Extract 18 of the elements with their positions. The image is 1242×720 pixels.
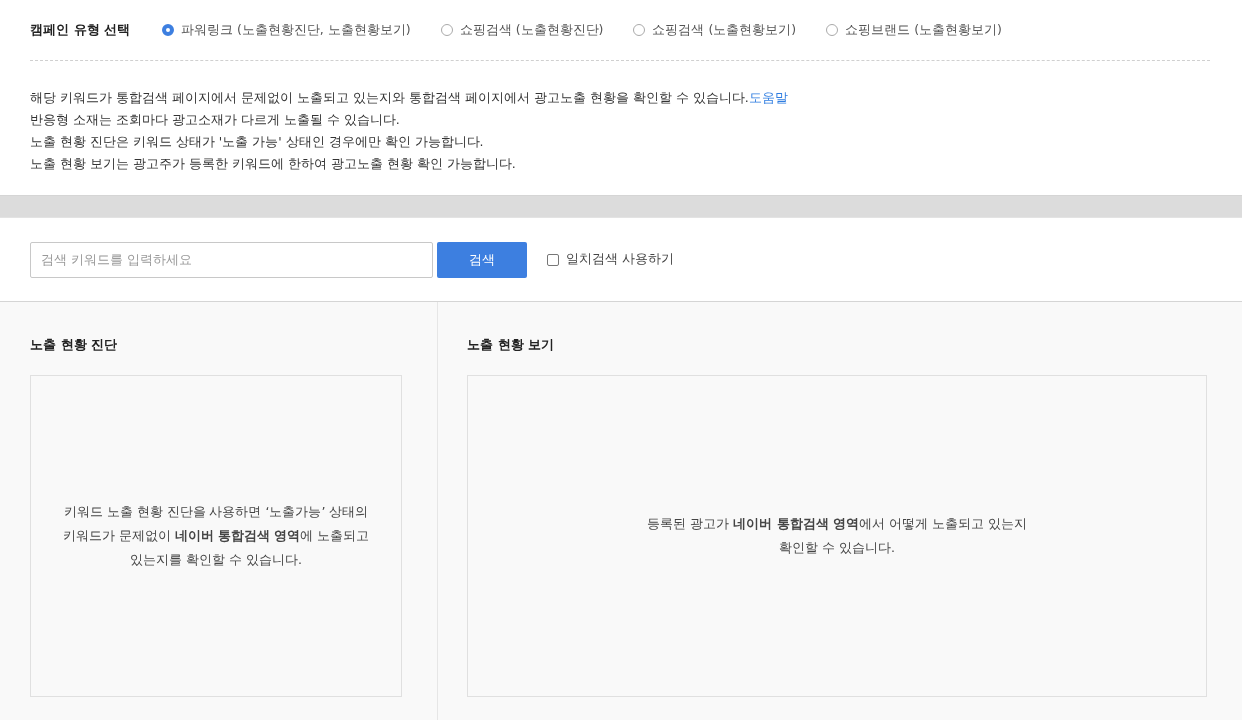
radio-icon[interactable] <box>826 24 839 36</box>
search-button[interactable]: 검색 <box>437 241 527 278</box>
panel-title: 노출 현황 진단 <box>30 336 119 354</box>
notice-text: 해당 키워드가 통합검색 페이지에서 문제없이 노출되고 있는지와 통합검색 페이지에서 광고노출 현황을 확인할 수 있습니다.도움말 <box>30 89 789 107</box>
checkbox[interactable] <box>547 253 559 266</box>
help-link[interactable]: 도움말 <box>748 90 788 105</box>
notice-text: 반응형 소재는 조회마다 광고소재가 다르게 노출될 수 있습니다. <box>30 111 401 129</box>
radio-icon[interactable] <box>440 24 453 36</box>
exact-match-label: 일치검색 사용하기 <box>566 251 674 268</box>
panel-title: 노출 현황 보기 <box>467 336 556 354</box>
campaign-type-label: 캠페인 유형 선택 <box>30 21 132 39</box>
radio-icon[interactable] <box>162 24 174 36</box>
radio-icon[interactable] <box>633 24 646 36</box>
notice-text: 노출 현황 진단은 키워드 상태가 '노출 가능' 상태인 경우에만 확인 가능합니다. <box>30 133 485 151</box>
notice-text: 노출 현황 보기는 광고주가 등록한 키워드에 한하여 광고노출 현황 확인 가능합니다. <box>30 155 517 173</box>
empty-message: 등록된 광고가 네이버 통합검색 영역에서 어떻게 노출되고 있는지 확인할 수 있습니다. <box>647 515 1027 557</box>
search-field[interactable]: 검색 키워드를 입력하세요 <box>30 241 433 278</box>
empty-message: 키워드 노출 현황 진단을 사용하면 ‘노출가능’ 상태의 키워드가 문제없이 네이버 통합검색 영역에 노출되고 있는지를 확인할 수 있습니다. <box>62 503 370 569</box>
